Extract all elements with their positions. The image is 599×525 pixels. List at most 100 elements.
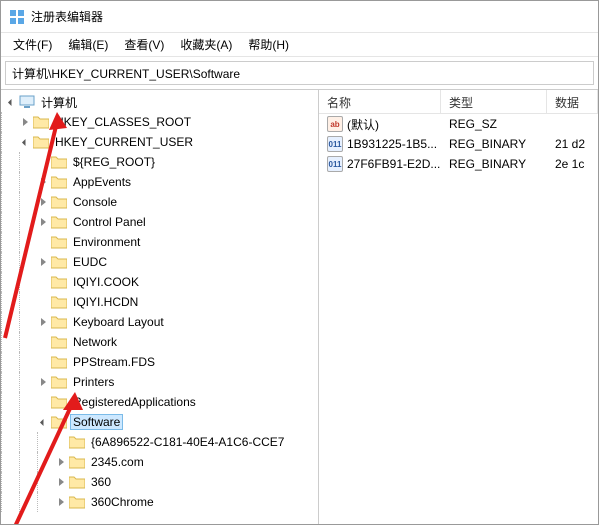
folder-icon <box>51 195 67 209</box>
tree-item-360chrome[interactable]: 360Chrome <box>1 492 318 512</box>
value-data: 21 d2 <box>547 137 598 151</box>
menubar: 文件(F) 编辑(E) 查看(V) 收藏夹(A) 帮助(H) <box>1 33 598 57</box>
folder-icon <box>51 295 67 309</box>
value-name: 1B931225-1B5... <box>347 137 437 151</box>
expander-spacer <box>37 296 49 308</box>
expander-icon[interactable] <box>37 316 49 328</box>
col-header-data[interactable]: 数据 <box>547 90 598 113</box>
tree-hkcu[interactable]: HKEY_CURRENT_USER <box>1 132 318 152</box>
expander-icon[interactable] <box>37 376 49 388</box>
tree-item-registered-apps[interactable]: RegisteredApplications <box>1 392 318 412</box>
tree-item-control-panel[interactable]: Control Panel <box>1 212 318 232</box>
expander-icon[interactable] <box>37 256 49 268</box>
tree-label: AppEvents <box>71 175 133 189</box>
folder-icon <box>51 215 67 229</box>
expander-spacer <box>37 156 49 168</box>
expander-icon[interactable] <box>37 196 49 208</box>
list-row[interactable]: ab (默认) REG_SZ <box>319 114 598 134</box>
tree-label: RegisteredApplications <box>71 395 198 409</box>
folder-icon <box>33 115 49 129</box>
folder-icon <box>51 415 67 429</box>
address-path: 计算机\HKEY_CURRENT_USER\Software <box>12 65 240 82</box>
tree-label: Software <box>71 415 122 429</box>
tree-label: 360 <box>89 475 113 489</box>
tree-label: Printers <box>71 375 116 389</box>
tree-label: 360Chrome <box>89 495 156 509</box>
tree-item-iqiyi-cook[interactable]: IQIYI.COOK <box>1 272 318 292</box>
menu-edit[interactable]: 编辑(E) <box>60 34 116 55</box>
address-bar[interactable]: 计算机\HKEY_CURRENT_USER\Software <box>5 61 594 85</box>
expander-icon[interactable] <box>37 416 49 428</box>
tree-item-ppstream[interactable]: PPStream.FDS <box>1 352 318 372</box>
tree-label: Control Panel <box>71 215 148 229</box>
value-name: 27F6FB91-E2D... <box>347 157 440 171</box>
expander-icon[interactable] <box>55 456 67 468</box>
tree-item-network[interactable]: Network <box>1 332 318 352</box>
tree-item-iqiyi-hcdn[interactable]: IQIYI.HCDN <box>1 292 318 312</box>
folder-icon <box>69 475 85 489</box>
expander-icon[interactable] <box>19 116 31 128</box>
tree-label: HKEY_CLASSES_ROOT <box>53 115 193 129</box>
binary-value-icon: 011 <box>327 136 343 152</box>
expander-icon[interactable] <box>5 96 17 108</box>
tree-item-guid[interactable]: {6A896522-C181-40E4-A1C6-CCE7 <box>1 432 318 452</box>
binary-value-icon: 011 <box>327 156 343 172</box>
tree-label: IQIYI.HCDN <box>71 295 140 309</box>
folder-icon <box>51 155 67 169</box>
tree-pane[interactable]: 计算机 HKEY_CLASSES_ROOT HKEY_CURRENT_USER … <box>1 90 319 524</box>
expander-spacer <box>37 356 49 368</box>
tree-label: IQIYI.COOK <box>71 275 141 289</box>
folder-icon <box>51 375 67 389</box>
expander-spacer <box>55 436 67 448</box>
tree-item-keyboard-layout[interactable]: Keyboard Layout <box>1 312 318 332</box>
tree-item-2345[interactable]: 2345.com <box>1 452 318 472</box>
tree-label: EUDC <box>71 255 109 269</box>
tree-item-reg-root[interactable]: ${REG_ROOT} <box>1 152 318 172</box>
folder-icon <box>69 455 85 469</box>
folder-icon <box>51 175 67 189</box>
expander-icon[interactable] <box>19 136 31 148</box>
folder-icon <box>51 275 67 289</box>
tree-item-eudc[interactable]: EUDC <box>1 252 318 272</box>
menu-file[interactable]: 文件(F) <box>5 34 60 55</box>
col-header-name[interactable]: 名称 <box>319 90 441 113</box>
tree-root[interactable]: 计算机 <box>1 92 318 112</box>
folder-icon <box>51 335 67 349</box>
tree-item-software[interactable]: Software <box>1 412 318 432</box>
menu-view[interactable]: 查看(V) <box>116 34 172 55</box>
folder-icon <box>33 135 49 149</box>
expander-icon[interactable] <box>55 476 67 488</box>
folder-icon <box>69 435 85 449</box>
folder-icon <box>51 355 67 369</box>
tree-label: Environment <box>71 235 142 249</box>
window-title: 注册表编辑器 <box>31 8 103 25</box>
list-row[interactable]: 011 1B931225-1B5... REG_BINARY 21 d2 <box>319 134 598 154</box>
folder-icon <box>51 315 67 329</box>
value-type: REG_BINARY <box>441 157 547 171</box>
expander-icon[interactable] <box>37 176 49 188</box>
tree-label: Console <box>71 195 119 209</box>
tree-hkcr[interactable]: HKEY_CLASSES_ROOT <box>1 112 318 132</box>
list-header: 名称 类型 数据 <box>319 90 598 114</box>
value-name: (默认) <box>347 116 379 133</box>
tree-label: 计算机 <box>39 94 79 111</box>
tree-item-printers[interactable]: Printers <box>1 372 318 392</box>
col-header-type[interactable]: 类型 <box>441 90 547 113</box>
tree-label: 2345.com <box>89 455 146 469</box>
expander-icon[interactable] <box>37 216 49 228</box>
value-type: REG_SZ <box>441 117 547 131</box>
tree-item-360[interactable]: 360 <box>1 472 318 492</box>
list-row[interactable]: 011 27F6FB91-E2D... REG_BINARY 2e 1c <box>319 154 598 174</box>
menu-help[interactable]: 帮助(H) <box>240 34 297 55</box>
tree-item-environment[interactable]: Environment <box>1 232 318 252</box>
list-pane[interactable]: 名称 类型 数据 ab (默认) REG_SZ 011 1B931225-1B5… <box>319 90 598 524</box>
menu-favorites[interactable]: 收藏夹(A) <box>172 34 240 55</box>
tree-item-appevents[interactable]: AppEvents <box>1 172 318 192</box>
expander-icon[interactable] <box>55 496 67 508</box>
tree-item-console[interactable]: Console <box>1 192 318 212</box>
expander-spacer <box>37 236 49 248</box>
app-icon <box>9 9 25 25</box>
tree-label: Keyboard Layout <box>71 315 166 329</box>
titlebar: 注册表编辑器 <box>1 1 598 33</box>
tree-label: ${REG_ROOT} <box>71 155 157 169</box>
